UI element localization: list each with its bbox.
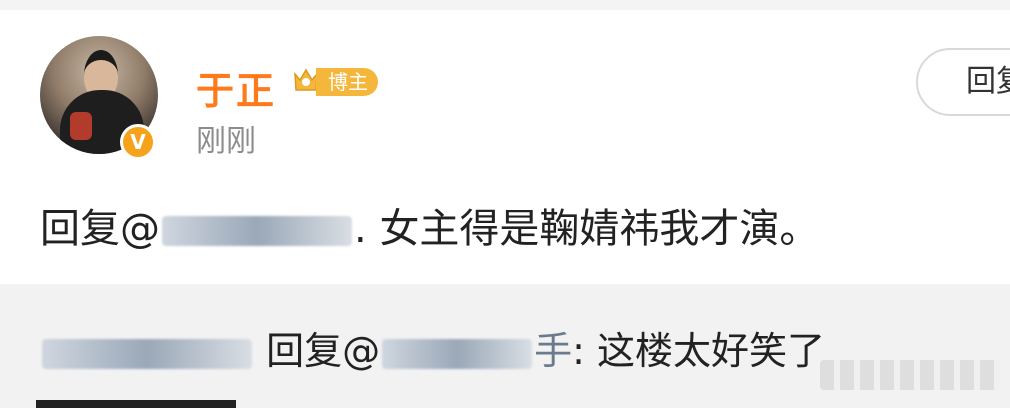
comment-mention-tail: 手 <box>534 329 573 373</box>
content-dot: . <box>354 206 367 252</box>
avatar-sleeve <box>70 112 92 140</box>
next-item-edge <box>36 400 236 408</box>
blogger-badge: 博主 <box>316 68 378 96</box>
content-prefix: 回复@ <box>40 206 160 252</box>
post-time: 刚刚 <box>196 124 256 159</box>
comment-reply-prefix: 回复@ <box>266 329 381 373</box>
top-strip <box>0 0 1010 10</box>
mention-censor <box>162 216 352 246</box>
content-text: 女主得是鞠婧祎我才演。 <box>379 206 820 252</box>
post-content: 回复@. 女主得是鞠婧祎我才演。 <box>40 196 819 254</box>
comment-mention-censor <box>382 338 533 369</box>
comment-text: : 这楼太好笑了 <box>572 329 826 373</box>
watermark <box>820 360 1000 390</box>
comment-item[interactable]: 回复@ 手: 这楼太好笑了 <box>40 320 825 375</box>
username[interactable]: 于正 <box>196 60 276 115</box>
verified-icon: V <box>120 124 156 160</box>
reply-button[interactable]: 回复 <box>916 48 1010 116</box>
commenter-censor <box>42 338 252 369</box>
weibo-post: V 于正 博主 刚刚 回复 回复@. 女主得是鞠婧祎我才演。 <box>0 10 1010 284</box>
